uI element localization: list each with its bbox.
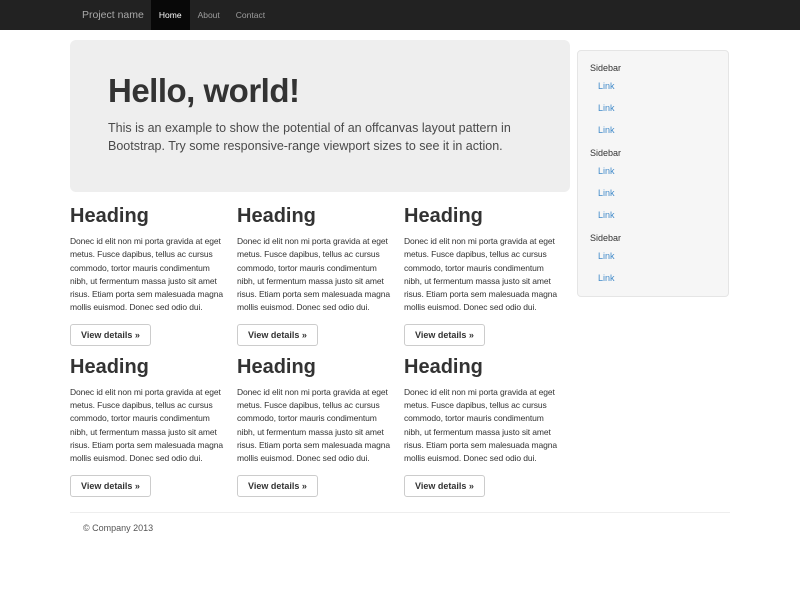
view-details-button[interactable]: View details » xyxy=(70,324,151,346)
nav-item-about[interactable]: About xyxy=(190,0,228,30)
sidebar-group-title: Sidebar xyxy=(590,63,718,73)
card-grid: Heading Donec id elit non mi porta gravi… xyxy=(70,205,580,507)
card-heading: Heading xyxy=(404,356,562,379)
sidebar-group-title: Sidebar xyxy=(590,233,718,243)
view-details-button[interactable]: View details » xyxy=(404,475,485,497)
card-heading: Heading xyxy=(237,205,395,228)
nav-item-contact[interactable]: Contact xyxy=(228,0,273,30)
main-content: Hello, world! This is an example to show… xyxy=(70,40,580,507)
nav-item-home[interactable]: Home xyxy=(151,0,190,30)
jumbotron-description: This is an example to show the potential… xyxy=(108,119,532,155)
jumbotron: Hello, world! This is an example to show… xyxy=(70,40,570,192)
card-body-text: Donec id elit non mi porta gravida at eg… xyxy=(237,386,395,466)
card: Heading Donec id elit non mi porta gravi… xyxy=(237,205,395,346)
card-body-text: Donec id elit non mi porta gravida at eg… xyxy=(404,235,562,315)
view-details-button[interactable]: View details » xyxy=(237,324,318,346)
card: Heading Donec id elit non mi porta gravi… xyxy=(237,356,395,497)
card-heading: Heading xyxy=(70,205,228,228)
card: Heading Donec id elit non mi porta gravi… xyxy=(70,356,228,497)
view-details-button[interactable]: View details » xyxy=(404,324,485,346)
sidebar-link[interactable]: Link xyxy=(588,204,718,226)
card-heading: Heading xyxy=(70,356,228,379)
footer: © Company 2013 xyxy=(70,523,730,533)
card-body-text: Donec id elit non mi porta gravida at eg… xyxy=(70,386,228,466)
sidebar: Sidebar Link Link Link Sidebar Link Link… xyxy=(577,50,729,297)
card-heading: Heading xyxy=(404,205,562,228)
sidebar-link[interactable]: Link xyxy=(588,267,718,289)
view-details-button[interactable]: View details » xyxy=(237,475,318,497)
sidebar-link[interactable]: Link xyxy=(588,245,718,267)
navbar: Project name Home About Contact xyxy=(0,0,800,30)
sidebar-link[interactable]: Link xyxy=(588,119,718,141)
sidebar-group-title: Sidebar xyxy=(590,148,718,158)
card: Heading Donec id elit non mi porta gravi… xyxy=(404,205,562,346)
view-details-button[interactable]: View details » xyxy=(70,475,151,497)
card-body-text: Donec id elit non mi porta gravida at eg… xyxy=(70,235,228,315)
card: Heading Donec id elit non mi porta gravi… xyxy=(70,205,228,346)
card: Heading Donec id elit non mi porta gravi… xyxy=(404,356,562,497)
page-container: Hello, world! This is an example to show… xyxy=(70,40,730,533)
card-heading: Heading xyxy=(237,356,395,379)
sidebar-link[interactable]: Link xyxy=(588,97,718,119)
sidebar-link[interactable]: Link xyxy=(588,182,718,204)
sidebar-link[interactable]: Link xyxy=(588,160,718,182)
brand-link[interactable]: Project name xyxy=(82,0,144,30)
sidebar-link[interactable]: Link xyxy=(588,75,718,97)
card-body-text: Donec id elit non mi porta gravida at eg… xyxy=(404,386,562,466)
footer-divider xyxy=(70,512,730,513)
card-body-text: Donec id elit non mi porta gravida at eg… xyxy=(237,235,395,315)
page-title: Hello, world! xyxy=(108,72,532,110)
navbar-menu: Home About Contact xyxy=(151,0,273,30)
copyright-text: © Company 2013 xyxy=(83,523,730,533)
